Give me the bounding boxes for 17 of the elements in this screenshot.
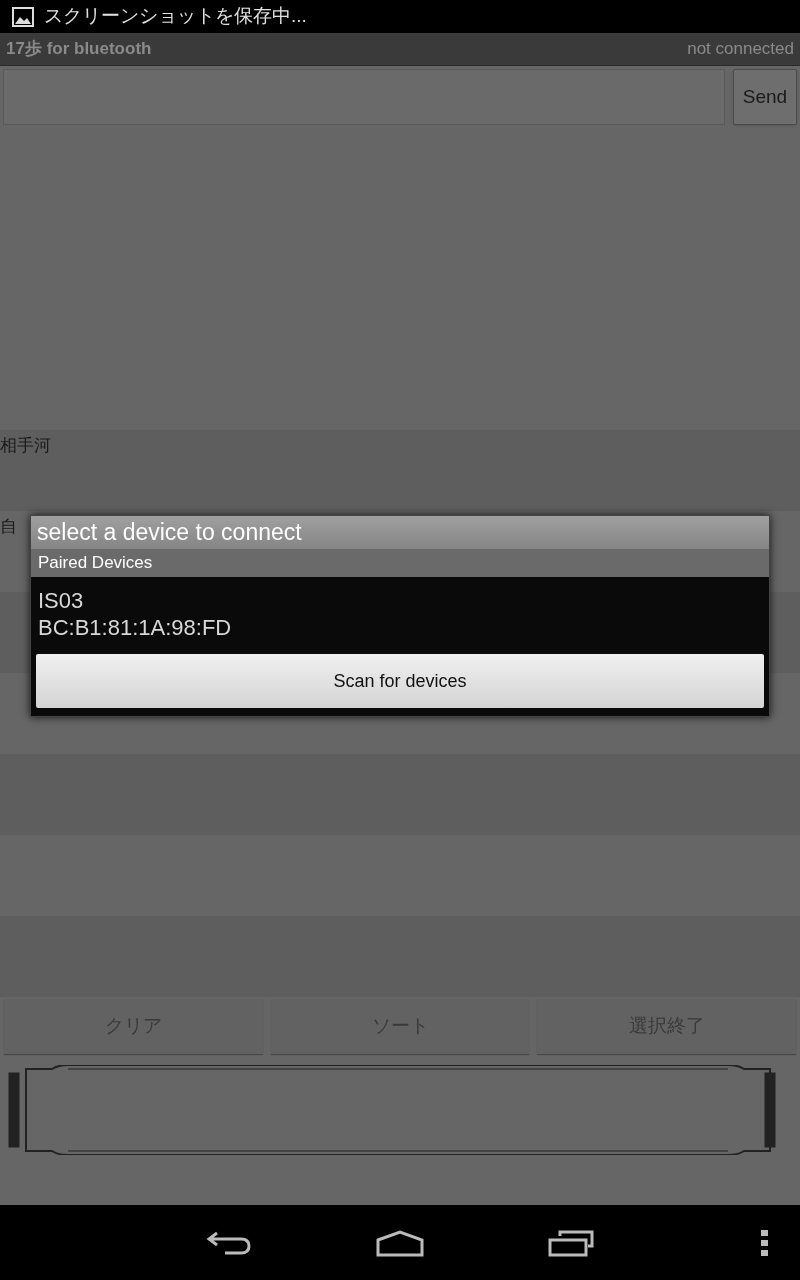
device-address: BC:B1:81:1A:98:FD [38,614,233,641]
connection-status: not connected [687,38,794,61]
device-name: IS03 [38,587,85,614]
device-item[interactable]: IS03 BC:B1:81:1A:98:FD [31,577,769,651]
notification-text: スクリーンショットを保存中... [44,4,307,29]
dialog-title: select a device to connect [31,516,769,549]
back-icon[interactable] [205,1230,251,1256]
home-icon[interactable] [376,1230,424,1257]
image-icon [12,6,34,27]
scan-button[interactable]: Scan for devices [36,654,764,708]
recent-apps-icon[interactable] [548,1230,594,1258]
send-button[interactable]: Send [733,69,797,125]
section-header: Paired Devices [31,549,769,577]
row-label: 自 [0,516,17,538]
menu-icon[interactable] [761,1230,769,1256]
row-label: 相手河 [0,435,51,457]
app-title: 17歩 for bluetooth [6,38,152,61]
